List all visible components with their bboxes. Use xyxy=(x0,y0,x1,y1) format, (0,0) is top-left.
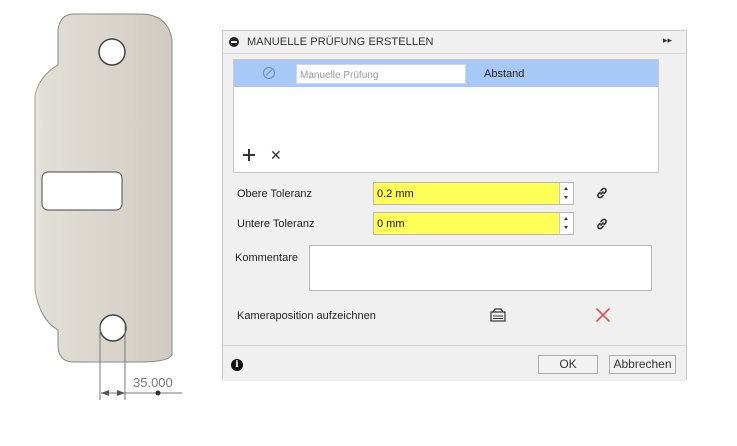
bottom-hole xyxy=(99,314,127,342)
decrement-icon[interactable] xyxy=(564,196,568,199)
lower-tolerance-label: Untere Toleranz xyxy=(237,218,315,230)
increment-icon[interactable] xyxy=(564,217,568,220)
check-type: Abstand xyxy=(484,68,525,80)
lower-tolerance-spinner[interactable] xyxy=(373,212,574,235)
check-list[interactable]: Abstand ✕ xyxy=(233,59,659,173)
upper-tolerance-stepper[interactable] xyxy=(559,183,573,204)
collapse-icon[interactable] xyxy=(229,37,239,47)
dialog-title: MANUELLE PRÜFUNG ERSTELLEN xyxy=(247,36,434,48)
link-icon[interactable] xyxy=(595,217,609,231)
ok-button[interactable]: OK xyxy=(538,355,598,374)
top-hole xyxy=(98,38,126,66)
add-check-button[interactable] xyxy=(242,148,256,162)
upper-tolerance-spinner[interactable] xyxy=(373,182,574,205)
dimension-label: 35.000 xyxy=(133,375,173,390)
check-name-input[interactable] xyxy=(296,64,466,84)
lower-tolerance-stepper[interactable] xyxy=(559,213,573,234)
manual-check-dialog: MANUELLE PRÜFUNG ERSTELLEN ▸▸ Abstand ✕ … xyxy=(222,30,687,381)
list-item[interactable]: Abstand xyxy=(234,60,658,87)
dialog-titlebar[interactable]: MANUELLE PRÜFUNG ERSTELLEN ▸▸ xyxy=(223,31,686,54)
camera-icon[interactable] xyxy=(489,307,507,323)
delete-camera-icon[interactable] xyxy=(595,307,611,323)
decrement-icon[interactable] xyxy=(564,226,568,229)
info-icon[interactable]: i xyxy=(231,359,243,371)
increment-icon[interactable] xyxy=(564,187,568,190)
link-icon[interactable] xyxy=(595,186,609,200)
comments-field[interactable] xyxy=(309,245,652,291)
lower-tolerance-input[interactable] xyxy=(374,213,560,234)
cancel-button[interactable]: Abbrechen xyxy=(609,355,676,374)
upper-tolerance-label: Obere Toleranz xyxy=(237,188,313,200)
check-status-icon xyxy=(263,67,275,79)
part-drawing: 35.000 xyxy=(0,0,182,443)
center-slot xyxy=(41,171,123,211)
remove-check-button[interactable]: ✕ xyxy=(270,147,282,164)
cad-viewport[interactable]: 35.000 xyxy=(0,0,222,443)
comments-label: Kommentare xyxy=(235,252,298,264)
dialog-footer: i OK Abbrechen xyxy=(223,345,686,381)
camera-position-label: Kameraposition aufzeichnen xyxy=(237,310,376,322)
expand-icon[interactable]: ▸▸ xyxy=(663,35,672,46)
upper-tolerance-input[interactable] xyxy=(374,183,560,204)
